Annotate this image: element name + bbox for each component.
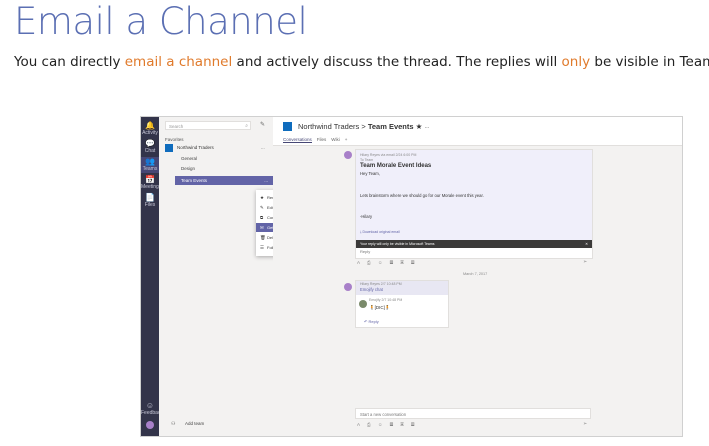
teams-panel: Search ⌕ ✎ Favorites Northwind Traders ..… [159,117,274,436]
tab-wiki[interactable]: Wiki [331,137,340,142]
favorite-star-icon[interactable]: ★ [416,122,423,131]
team-more-icon[interactable]: ... [261,145,265,150]
channel-title: Northwind Traders > Team Events ★ ··· [298,122,430,131]
rail-activity[interactable]: 🔔 Activity [141,121,159,136]
search-input[interactable]: Search ⌕ [165,121,251,130]
post-signature: -Hilary [360,214,373,219]
channel-header: Northwind Traders > Team Events ★ ··· Co… [273,117,682,146]
team-logo-icon [165,144,173,152]
post-body-text: Lets brainstorm where we should go for o… [360,193,484,198]
pencil-icon: ✎ [260,205,264,210]
user-avatar[interactable] [146,421,154,429]
rail-feedback[interactable]: ☺ Feedback [141,401,163,416]
tab-add[interactable]: + [345,137,348,142]
channel-team-events[interactable]: Team Events... [175,176,273,185]
rail-files[interactable]: 📄 Files [141,193,159,208]
new-conversation-input[interactable]: Start a new conversation [355,408,591,419]
connector-icon: ⧉ [260,215,264,220]
send-icon[interactable]: ➢ [583,421,587,427]
file-icon: 📄 [145,193,155,202]
teams-icon: 👥 [145,157,155,166]
email-icon: ✉ [260,225,264,230]
post-recipient: To Team [360,158,374,162]
add-team-button[interactable]: Add team [185,421,204,426]
channel-tabs: Conversations Files Wiki + [283,137,352,143]
header-more-icon[interactable]: ··· [424,125,429,131]
tab-files[interactable]: Files [317,137,327,142]
compose-toolbar[interactable]: A ⎙ ☺ ▦ ▣ ▤ [357,422,417,427]
chat-meta: Hilary Reyes 2/7 10:48 PM [360,282,402,286]
channel-design[interactable]: Design [181,166,195,171]
reply-link[interactable]: ↶ Reply [364,319,379,324]
tab-conversations[interactable]: Conversations [283,137,312,143]
follow-icon: ☰ [260,245,265,250]
star-icon: ★ [260,195,265,200]
trash-icon: 🗑 [260,235,266,240]
calendar-icon: 📅 [145,175,155,184]
post-greeting: Hey Team, [360,171,380,176]
teams-screenshot: 🔔 Activity 💬 Chat 👥 Teams 📅 Meetings 📄 Files … [141,117,682,436]
rail-chat[interactable]: 💬 Chat [141,139,159,154]
rail-meetings[interactable]: 📅 Meetings [141,175,161,190]
channel-general[interactable]: General [181,156,197,161]
author-avatar [344,283,352,291]
chat-reply-meta: Emojify 2/7 10:48 PM [369,298,403,302]
team-row[interactable]: Northwind Traders [165,144,214,152]
team-logo-icon [283,122,292,131]
slide-title: Email a Channel [14,0,308,43]
channel-more-icon[interactable]: ... [264,176,268,185]
app-rail: 🔔 Activity 💬 Chat 👥 Teams 📅 Meetings 📄 Files … [141,117,163,436]
date-separator: March 7, 2017 [463,272,488,276]
chat-icon: 💬 [145,139,155,148]
slide-subtitle: You can directly email a channel and act… [14,54,709,70]
post-subject: Team Morale Event Ideas [360,163,432,169]
add-team-icon: ⚇ [171,421,176,427]
chat-text: Emojify chat [360,287,383,292]
author-avatar [344,151,352,159]
email-post-body: Hilary Reyes via email 2/24 6:00 PM To T… [356,150,592,240]
chat-post-head: Hilary Reyes 2/7 10:48 PM Emojify chat [356,281,448,295]
chat-post: Hilary Reyes 2/7 10:48 PM Emojify chat E… [355,280,449,328]
format-toolbar[interactable]: A ⎙ ☺ ▦ ▣ ▤ [357,260,417,265]
close-icon[interactable]: ✕ [585,240,588,248]
send-icon[interactable]: ➢ [583,259,587,265]
chat-reply-text: 🧍[DIC]🧍 [369,305,391,310]
email-post: Hilary Reyes via email 2/24 6:00 PM To T… [355,149,593,259]
compose-icon[interactable]: ✎ [260,121,265,128]
feedback-icon: ☺ [145,401,155,410]
teams-only-banner: Your reply will only be visible in Micro… [356,240,592,248]
bell-icon: 🔔 [145,121,155,130]
search-icon: ⌕ [245,123,248,129]
post-meta: Hilary Reyes via email 2/24 6:00 PM [360,153,417,157]
reply-link[interactable]: Reply [360,249,370,254]
channel-main: Northwind Traders > Team Events ★ ··· Co… [273,117,682,436]
rail-teams[interactable]: 👥 Teams [141,157,159,173]
reply-avatar [359,300,367,308]
download-email-link[interactable]: ⤓ Download original email [360,230,400,234]
favorites-label: Favorites [165,137,184,142]
